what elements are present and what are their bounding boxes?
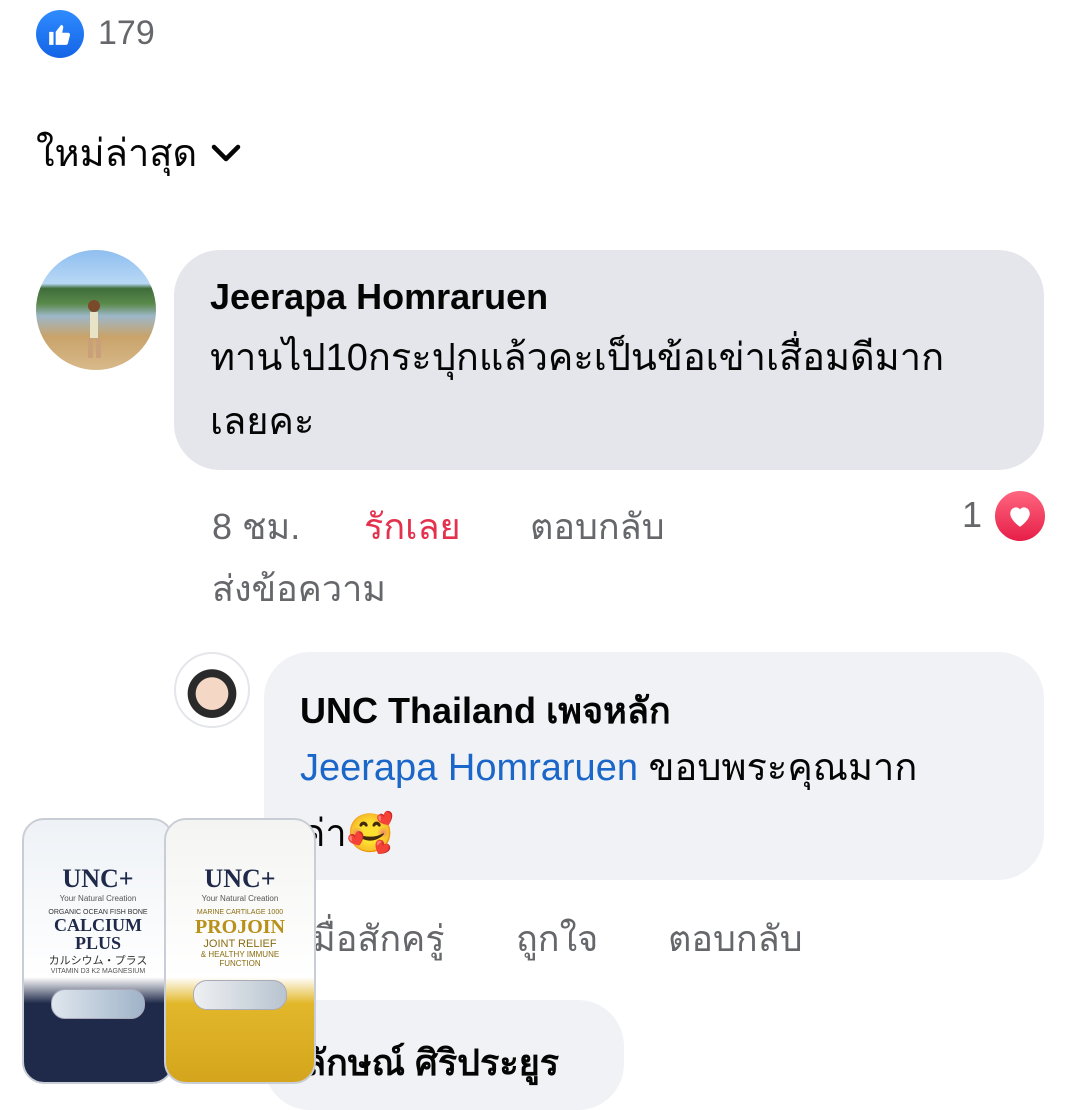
can1-name2: PLUS [74, 933, 121, 953]
reply-time[interactable]: มื่อสักครู่ [312, 910, 445, 967]
comment-author-3[interactable]: ลักษณ์ ศิริประยูร [304, 1034, 559, 1091]
fish-capsule-image [51, 989, 145, 1019]
can1-name1: CALCIUM [54, 915, 142, 935]
can2-line2: & HEALTHY IMMUNE [200, 950, 280, 959]
can1-tagline: Your Natural Creation [59, 894, 137, 903]
sort-label: ใหม่ล่าสุด [36, 133, 198, 175]
reply-button[interactable]: ตอบกลับ [530, 498, 665, 555]
send-message-button[interactable]: ส่งข้อความ [212, 560, 386, 617]
chevron-down-icon [211, 144, 241, 161]
can2-sub: MARINE CARTILAGE 1000 [196, 909, 284, 916]
love-button[interactable]: รักเลย [364, 498, 461, 555]
mention-link[interactable]: Jeerapa Homraruen [300, 747, 638, 789]
reply-bubble: UNC Thailand เพจหลัก Jeerapa Homraruen ข… [264, 652, 1044, 880]
can1-brand: UNC+ [62, 864, 134, 893]
can2-brand: UNC+ [204, 864, 276, 893]
can2-tagline: Your Natural Creation [201, 894, 279, 903]
heart-icon[interactable] [992, 488, 1048, 544]
reply-button-2[interactable]: ตอบกลับ [668, 910, 803, 967]
reply-text-line1: Jeerapa Homraruen ขอบพระคุณมาก [300, 736, 917, 800]
can1-jp: カルシウム・プラス [48, 955, 148, 967]
comment-time[interactable]: 8 ชม. [212, 498, 300, 555]
can2-line1: JOINT RELIEF [203, 938, 277, 950]
comment-text-line1: ทานไป10กระปุกแล้วคะเป็นข้อเข่าเสื่อมดีมา… [210, 337, 945, 379]
can1-vit: VITAMIN D3 K2 MAGNESIUM [50, 968, 146, 975]
can2-name: PROJOIN [195, 916, 285, 938]
calcium-plus-product-image: UNC+ Your Natural Creation ORGANIC OCEAN… [22, 818, 174, 1084]
reply-text-rest: ขอบพระคุณมาก [637, 747, 918, 789]
comment-text-line2: เลยคะ [210, 401, 315, 443]
reaction-count[interactable]: 179 [98, 14, 155, 53]
projoin-product-image: UNC+ Your Natural Creation MARINE CARTIL… [164, 818, 316, 1084]
can2-line3: FUNCTION [219, 959, 261, 968]
comment-bubble: Jeerapa Homraruen ทานไป10กระปุกแล้วคะเป็… [174, 250, 1044, 470]
capsule-image [193, 980, 287, 1010]
like-reaction-icon[interactable] [36, 10, 84, 58]
page-avatar[interactable] [174, 652, 250, 728]
like-button[interactable]: ถูกใจ [516, 910, 598, 967]
avatar[interactable] [36, 250, 156, 370]
comment-bubble-3: ลักษณ์ ศิริประยูร [264, 1000, 624, 1110]
comment-author[interactable]: Jeerapa Homraruen [210, 276, 548, 318]
reply-author[interactable]: UNC Thailand เพจหลัก [300, 682, 671, 739]
comment-reaction-count[interactable]: 1 [962, 494, 982, 536]
sort-dropdown[interactable]: ใหม่ล่าสุด [36, 122, 241, 183]
